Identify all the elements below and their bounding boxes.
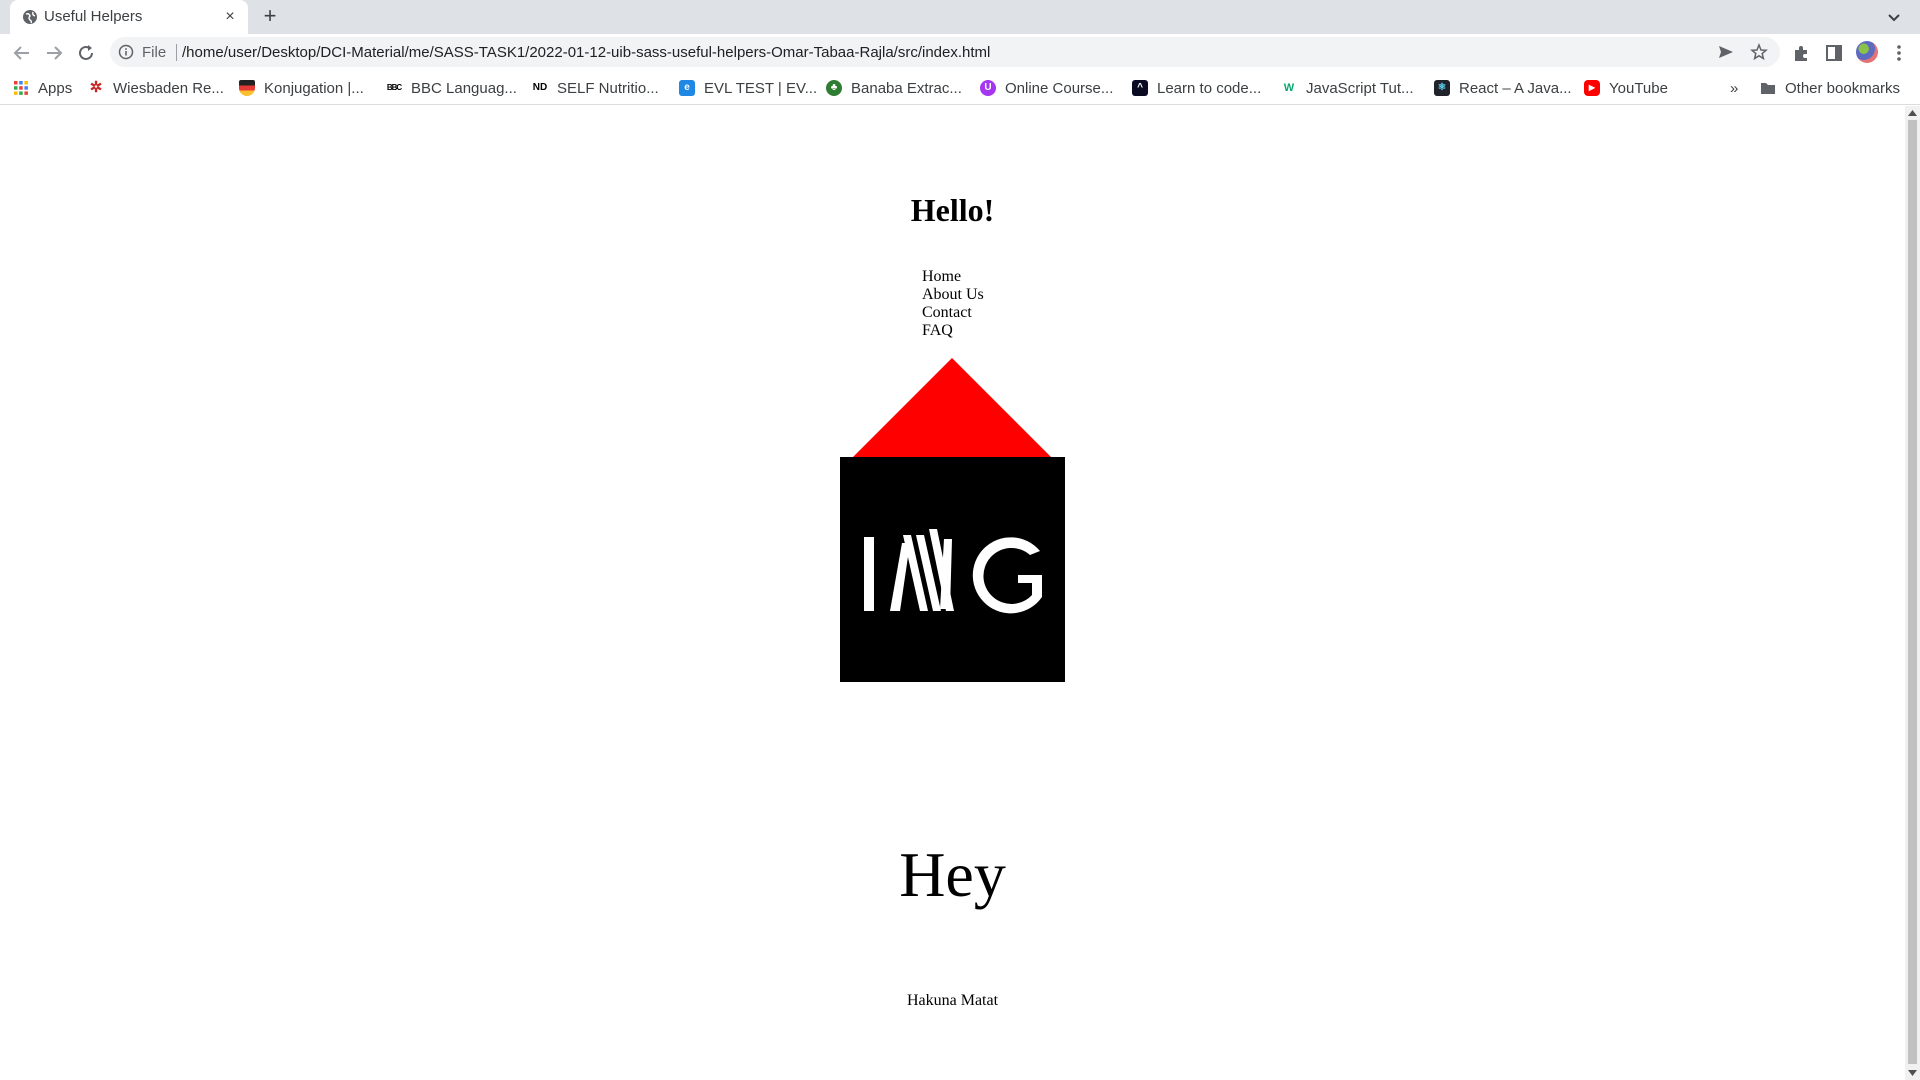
address-bar[interactable]: File /home/user/Desktop/DCI-Material/me/… — [110, 37, 1780, 67]
bookmark-banaba[interactable]: ♣ Banaba Extrac... — [826, 77, 962, 99]
bookmark-label: Konjugation |... — [264, 79, 364, 97]
banaba-favicon: ♣ — [826, 80, 842, 96]
page-heading: Hello! — [910, 192, 995, 228]
red-triangle-roof — [852, 358, 1052, 458]
bookmark-label: Learn to code... — [1157, 79, 1262, 97]
more-bookmarks-label: » — [1730, 79, 1739, 97]
bookmark-label: Apps — [38, 79, 73, 97]
nav-item-contact[interactable]: Contact — [922, 304, 984, 322]
bbc-favicon: BBC — [386, 83, 402, 92]
udemy-favicon: U — [980, 80, 996, 96]
tab-close-icon[interactable]: × — [220, 7, 240, 27]
big-hey-text: Hey — [899, 839, 1006, 910]
bookmark-label: Online Course... — [1005, 79, 1114, 97]
evl-favicon: e — [679, 80, 695, 96]
extensions-puzzle-icon[interactable] — [1790, 42, 1812, 64]
img-logo-image — [840, 457, 1065, 682]
bookmark-label: Wiesbaden Re... — [113, 79, 224, 97]
bookmark-star-icon[interactable] — [1750, 43, 1768, 61]
bookmark-label: JavaScript Tut... — [1306, 79, 1414, 97]
reload-icon[interactable] — [75, 42, 97, 64]
konjugation-favicon — [239, 80, 255, 96]
wiesbaden-favicon: ✲ — [89, 79, 103, 96]
url-text[interactable]: /home/user/Desktop/DCI-Material/me/SASS-… — [182, 44, 990, 61]
tab-search-chevron-icon[interactable] — [1884, 7, 1904, 27]
bookmark-label: BBC Languag... — [411, 79, 517, 97]
scrollbar-thumb[interactable] — [1908, 120, 1917, 1064]
bookmark-label: Banaba Extrac... — [851, 79, 962, 97]
bookmark-wiesbaden[interactable]: ✲ Wiesbaden Re... — [88, 77, 224, 99]
profile-avatar[interactable] — [1856, 41, 1878, 63]
react-favicon: ⚛ — [1434, 80, 1450, 96]
youtube-favicon: ▶ — [1584, 80, 1600, 96]
bookmark-learn-to-code[interactable]: ^ Learn to code... — [1132, 77, 1261, 99]
browser-toolbar: File /home/user/Desktop/DCI-Material/me/… — [0, 34, 1920, 71]
bookmark-label: EVL TEST | EV... — [704, 79, 818, 97]
bookmark-youtube[interactable]: ▶ YouTube — [1584, 77, 1668, 99]
bookmark-self-nutrition[interactable]: ND SELF Nutritio... — [532, 77, 659, 99]
globe-icon — [23, 10, 37, 24]
folder-icon — [1761, 83, 1775, 94]
bookmark-label: YouTube — [1609, 79, 1668, 97]
nav-list: Home About Us Contact FAQ — [922, 268, 984, 340]
bookmarks-bar: Apps ✲ Wiesbaden Re... Konjugation |... … — [0, 71, 1920, 105]
nd-favicon: ND — [532, 82, 548, 93]
bookmark-react[interactable]: ⚛ React – A Java... — [1434, 77, 1572, 99]
bookmark-bbc[interactable]: BBC BBC Languag... — [386, 77, 517, 99]
bookmark-konjugation[interactable]: Konjugation |... — [239, 77, 364, 99]
vertical-scrollbar[interactable] — [1905, 106, 1920, 1080]
omnibox-separator — [176, 44, 177, 61]
apps-grid-icon — [14, 81, 28, 95]
tab-strip: Useful Helpers × + — [0, 0, 1920, 34]
nav-item-home[interactable]: Home — [922, 268, 984, 286]
other-bookmarks-label: Other bookmarks — [1785, 79, 1901, 97]
w3-favicon: W — [1283, 82, 1295, 94]
bookmark-evl-test[interactable]: e EVL TEST | EV... — [679, 77, 817, 99]
bookmark-javascript-tut[interactable]: W JavaScript Tut... — [1281, 77, 1414, 99]
info-icon[interactable] — [118, 44, 134, 60]
tab-useful-helpers[interactable]: Useful Helpers × — [10, 0, 248, 34]
bookmark-label: React – A Java... — [1459, 79, 1572, 97]
side-panel-icon[interactable] — [1823, 42, 1845, 64]
tab-title: Useful Helpers — [44, 8, 143, 25]
page-viewport: Hello! Home About Us Contact FAQ Hey Hak… — [0, 106, 1905, 1080]
img-logo-icon — [864, 529, 1042, 614]
other-bookmarks[interactable]: Other bookmarks — [1760, 77, 1900, 99]
back-arrow-icon[interactable] — [11, 42, 33, 64]
freecodecamp-favicon: ^ — [1132, 80, 1148, 96]
bookmark-label: SELF Nutritio... — [557, 79, 659, 97]
bookmark-online-courses[interactable]: U Online Course... — [980, 77, 1113, 99]
hakuna-matata-text: Hakuna Matat — [906, 992, 999, 1009]
forward-arrow-icon[interactable] — [43, 42, 65, 64]
more-bookmarks-chevron[interactable]: » — [1730, 77, 1738, 99]
nav-item-faq[interactable]: FAQ — [922, 322, 984, 340]
new-tab-button[interactable]: + — [258, 5, 282, 29]
scroll-down-arrow-icon[interactable] — [1908, 1069, 1917, 1077]
send-icon[interactable] — [1717, 43, 1735, 61]
file-scheme-label: File — [142, 44, 167, 61]
scroll-up-arrow-icon[interactable] — [1908, 109, 1917, 117]
bookmark-apps[interactable]: Apps — [13, 77, 72, 99]
nav-item-about-us[interactable]: About Us — [922, 286, 984, 304]
kebab-menu-icon[interactable] — [1888, 42, 1910, 64]
